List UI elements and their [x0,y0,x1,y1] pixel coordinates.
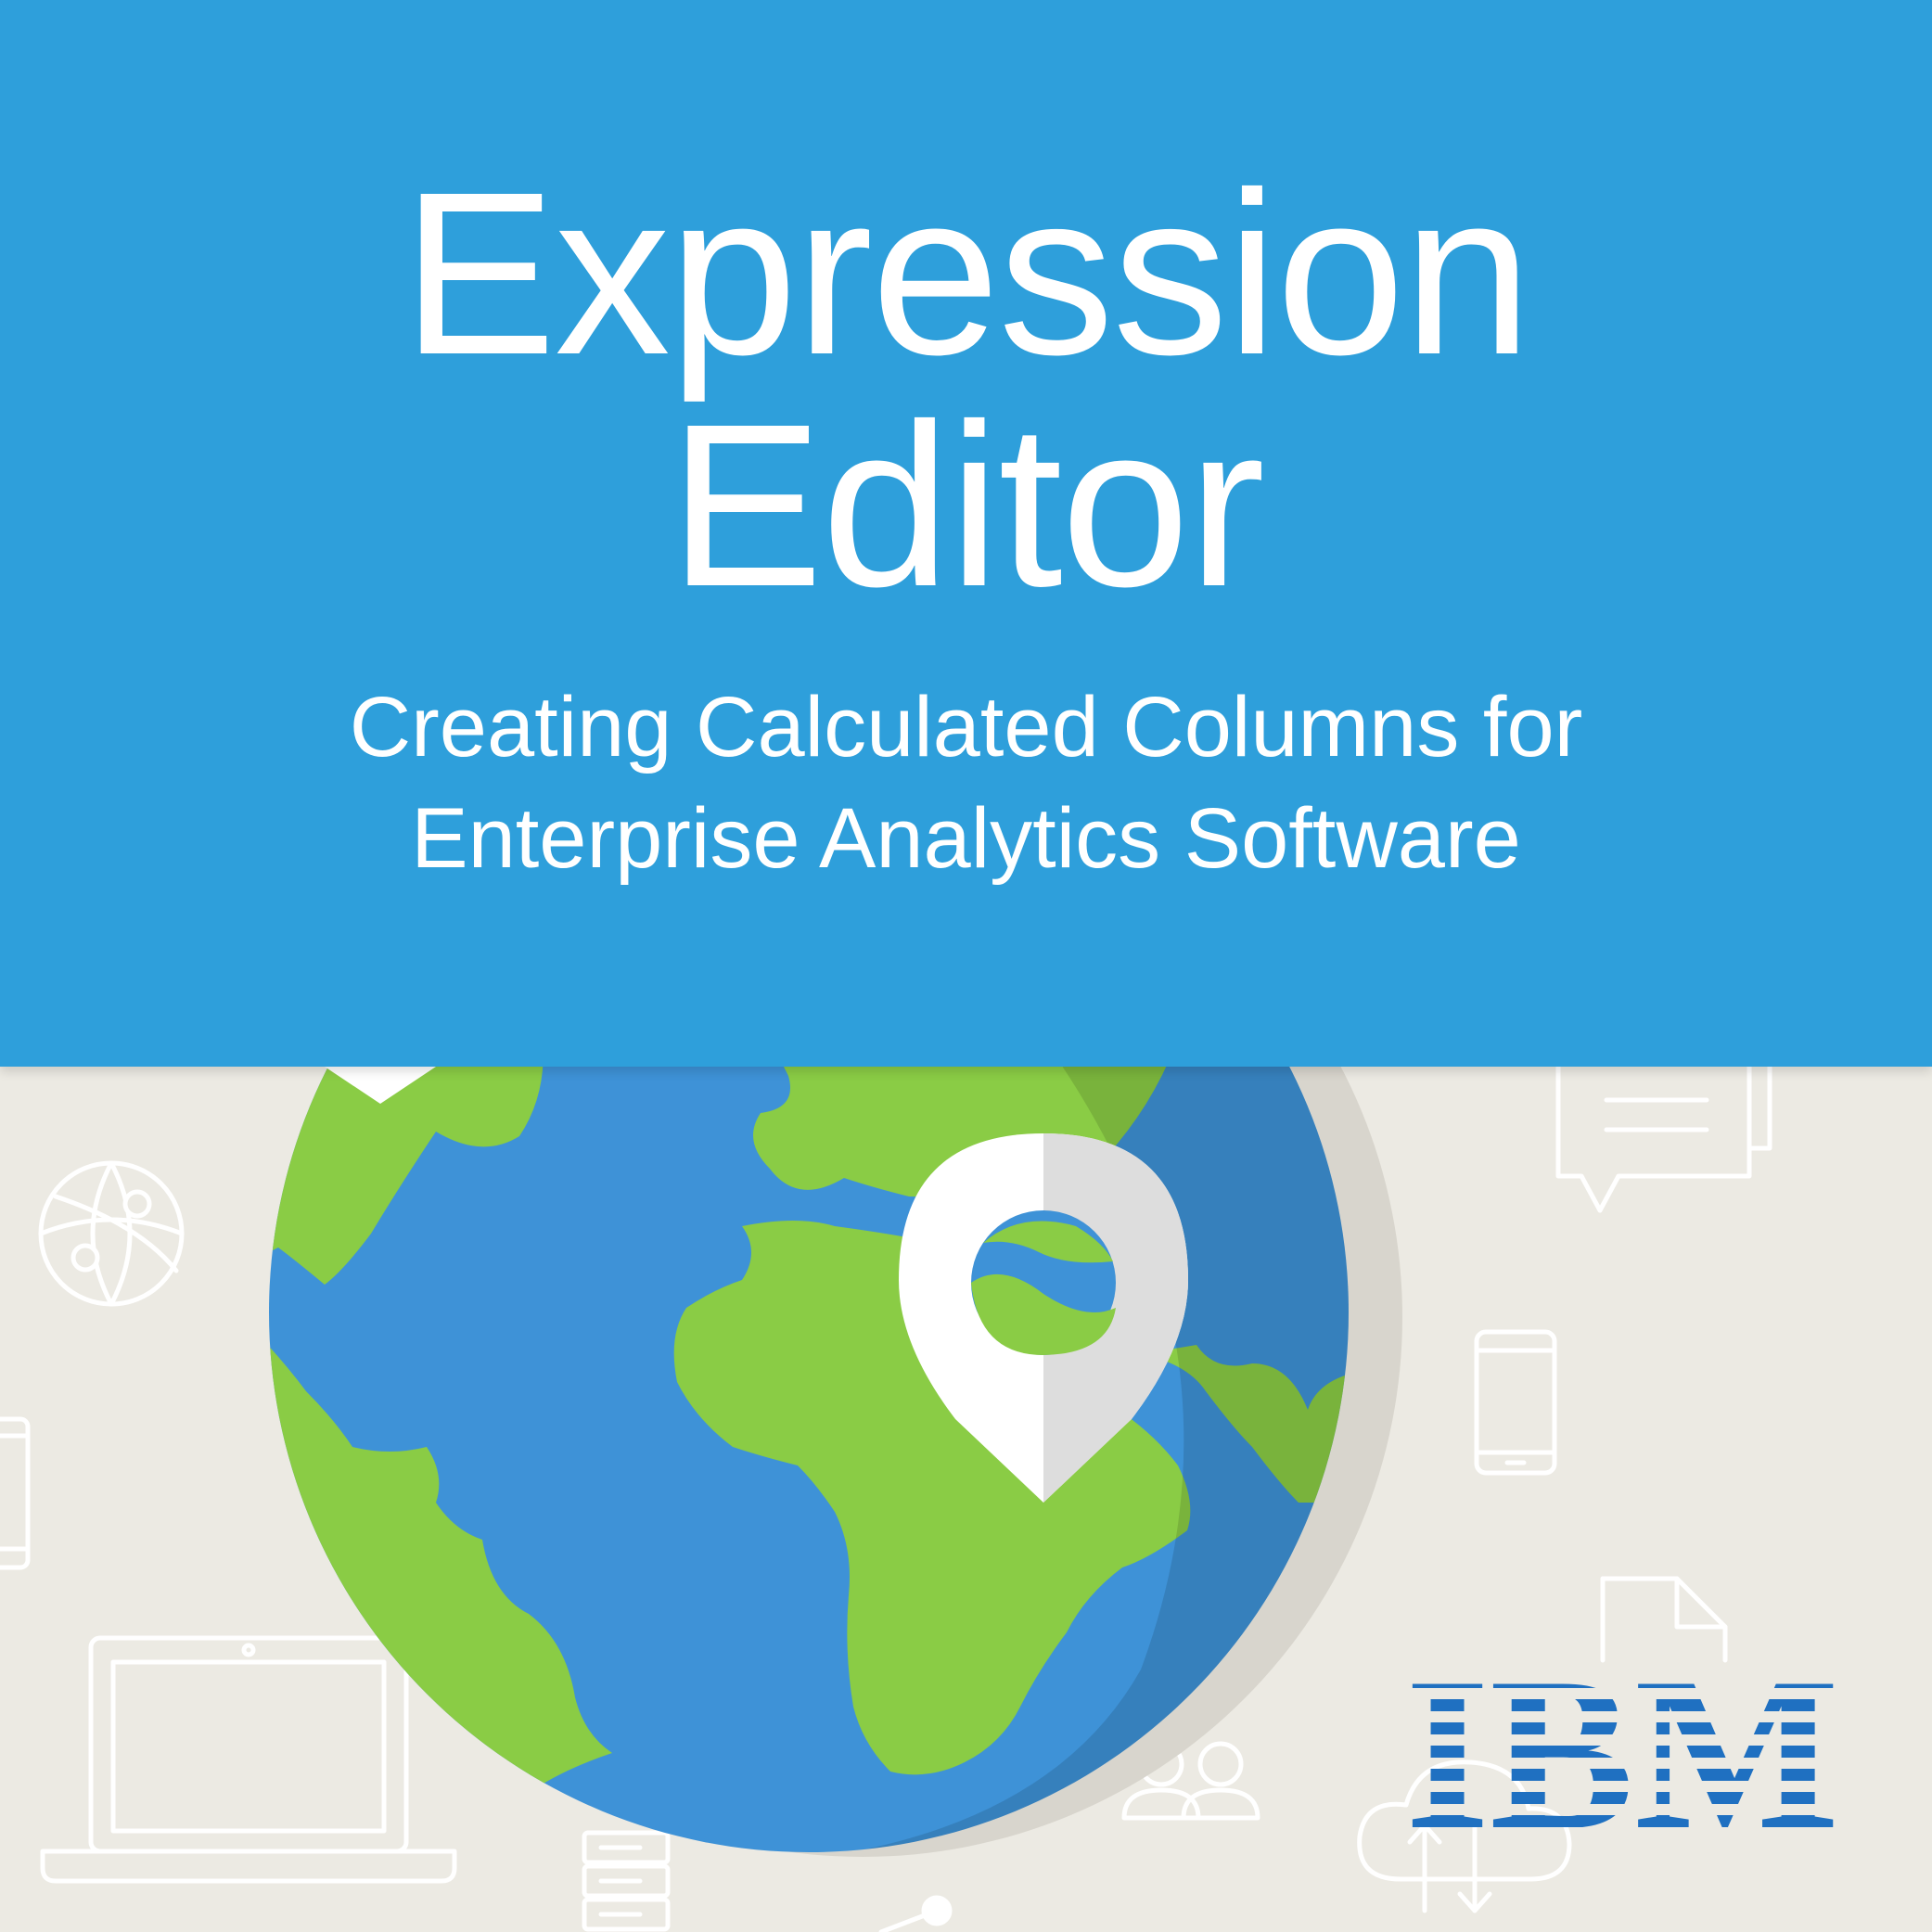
header-banner: Expression Editor Creating Calculated Co… [0,0,1932,1067]
ibm-logo-text: IBM [1405,1653,1839,1827]
subtitle-line-1: Creating Calculated Columns for [349,680,1583,774]
title-line-2: Editor [668,376,1265,634]
ibm-logo: IBM [1405,1653,1839,1827]
subtitle-line-2: Enterprise Analytics Software [411,791,1521,886]
title-line-1: Expression [402,144,1532,403]
